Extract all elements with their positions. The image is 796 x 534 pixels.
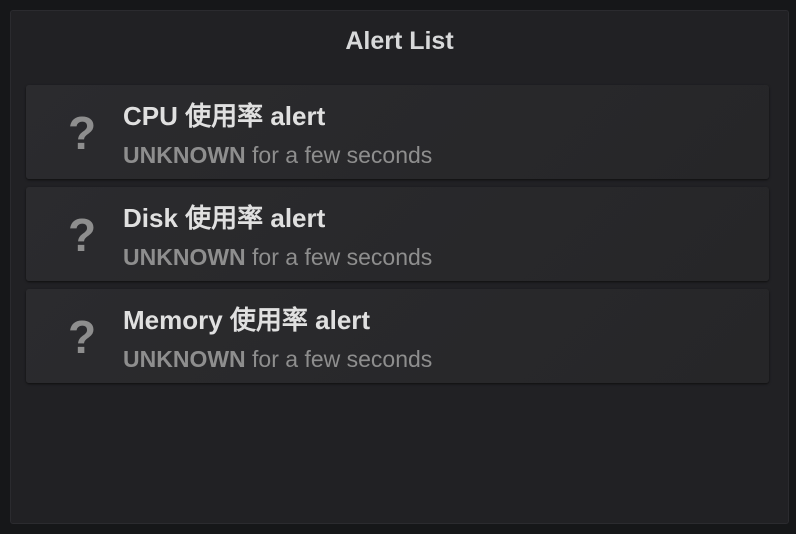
- state-duration: for a few seconds: [245, 244, 433, 270]
- alert-state: UNKNOWN for a few seconds: [123, 140, 432, 170]
- alert-state: UNKNOWN for a few seconds: [123, 242, 432, 272]
- state-label: UNKNOWN: [123, 346, 246, 372]
- question-icon: ?: [67, 107, 97, 159]
- state-duration: for a few seconds: [245, 142, 433, 168]
- alert-name[interactable]: Disk 使用率 alert: [123, 201, 325, 235]
- panel-title[interactable]: Alert List: [11, 25, 788, 57]
- alert-item-cpu[interactable]: ? CPU 使用率 alert UNKNOWN for a few second…: [26, 85, 769, 179]
- alert-list-panel: Alert List ? CPU 使用率 alert UNKNOWN for a…: [10, 10, 789, 524]
- alert-name[interactable]: CPU 使用率 alert: [123, 99, 325, 133]
- question-icon: ?: [67, 209, 97, 261]
- alert-item-memory[interactable]: ? Memory 使用率 alert UNKNOWN for a few sec…: [26, 289, 769, 383]
- state-duration: for a few seconds: [245, 346, 433, 372]
- alert-state: UNKNOWN for a few seconds: [123, 344, 432, 374]
- alert-list: ? CPU 使用率 alert UNKNOWN for a few second…: [26, 85, 769, 391]
- alert-item-disk[interactable]: ? Disk 使用率 alert UNKNOWN for a few secon…: [26, 187, 769, 281]
- alert-name[interactable]: Memory 使用率 alert: [123, 303, 370, 337]
- question-icon: ?: [67, 311, 97, 363]
- state-label: UNKNOWN: [123, 244, 246, 270]
- state-label: UNKNOWN: [123, 142, 246, 168]
